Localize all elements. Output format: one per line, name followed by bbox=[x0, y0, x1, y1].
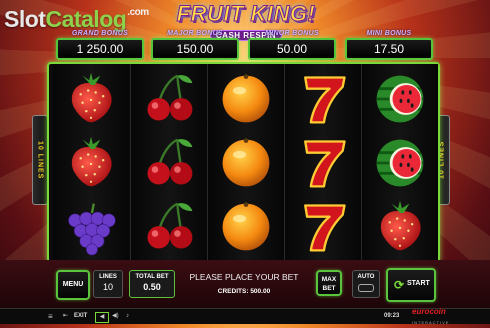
total-bet-value: 0.50 bbox=[143, 282, 161, 292]
watermelon-symbol bbox=[376, 75, 424, 122]
symbol-cell bbox=[208, 130, 284, 195]
jackpot-grand: 1 250.00 GRAND BONUS bbox=[56, 30, 144, 60]
watermark-catalog-text: Catalog bbox=[45, 6, 127, 32]
cherries-symbol bbox=[147, 202, 193, 249]
message-display: PLEASE PLACE YOUR BET CREDITS: 500.00 bbox=[178, 268, 310, 298]
start-label: START bbox=[407, 280, 430, 287]
symbol-cell bbox=[53, 130, 129, 195]
symbol-cell bbox=[362, 130, 438, 195]
jackpot-minor-value: 50.00 bbox=[248, 38, 336, 60]
symbol-cell bbox=[285, 66, 361, 131]
status-bar: ≡ ⇤ EXIT ◀ ◀) ♪ 09:23 eurocoin INTERACTI… bbox=[0, 307, 490, 325]
status-message: PLEASE PLACE YOUR BET bbox=[189, 272, 299, 282]
jackpot-grand-label: GRAND BONUS bbox=[71, 30, 129, 37]
lines-value: 10 bbox=[102, 282, 113, 292]
symbol-cell bbox=[285, 130, 361, 195]
eurocoin-logo: eurocoin INTERACTIVE bbox=[412, 307, 449, 328]
clock-time: 09:23 bbox=[384, 313, 400, 319]
jackpot-major: 150.00 MAJOR BONUS bbox=[151, 30, 239, 60]
strawberry-symbol bbox=[380, 200, 421, 250]
symbol-cell bbox=[362, 194, 438, 259]
jackpot-mini-value: 17.50 bbox=[345, 38, 433, 60]
credits-value: 500.00 bbox=[250, 288, 271, 295]
symbol-cell bbox=[208, 194, 284, 259]
symbol-cell bbox=[208, 66, 284, 131]
grapes-symbol bbox=[68, 202, 116, 255]
jackpot-minor-label: MINOR BONUS bbox=[265, 30, 319, 37]
brand-name: eurocoin bbox=[412, 307, 446, 316]
exit-icon[interactable]: ⇤ bbox=[63, 309, 68, 324]
cherries-symbol bbox=[147, 138, 193, 185]
seven-symbol bbox=[304, 203, 346, 252]
credits-display: CREDITS: 500.00 bbox=[178, 288, 310, 295]
max-bet-button[interactable]: MAX BET bbox=[316, 270, 342, 296]
jackpot-minor: 50.00 MINOR BONUS bbox=[248, 30, 336, 60]
orange-symbol bbox=[222, 137, 270, 186]
watermelon-symbol bbox=[376, 139, 424, 186]
symbol-cell bbox=[362, 66, 438, 131]
total-bet-label: TOTAL BET bbox=[135, 274, 169, 280]
music-icon[interactable]: ♪ bbox=[126, 309, 129, 324]
jackpot-grand-value: 1 250.00 bbox=[56, 38, 144, 60]
auto-toggle[interactable] bbox=[358, 284, 374, 292]
total-bet-selector[interactable]: TOTAL BET 0.50 bbox=[129, 270, 175, 298]
menu-button[interactable]: MENU bbox=[56, 270, 90, 300]
volume-icon[interactable]: ◀ bbox=[95, 312, 109, 323]
reel-5 bbox=[361, 64, 438, 261]
refresh-icon: ⟳ bbox=[394, 278, 405, 292]
watermark-slot-text: Slot bbox=[4, 6, 46, 32]
seven-symbol bbox=[304, 139, 346, 188]
orange-symbol bbox=[222, 73, 270, 122]
jackpot-mini: 17.50 MINI BONUS bbox=[345, 30, 433, 60]
slotcatalog-watermark: SlotCatalog.com bbox=[4, 6, 149, 33]
orange-symbol bbox=[222, 201, 270, 250]
reel-frame bbox=[47, 62, 440, 263]
reel-3 bbox=[207, 64, 284, 261]
start-button[interactable]: ⟳ START bbox=[386, 268, 436, 302]
exit-link[interactable]: EXIT bbox=[74, 309, 87, 324]
reel-4 bbox=[284, 64, 361, 261]
watermark-com-text: .com bbox=[127, 7, 149, 18]
control-panel: MENU LINES 10 TOTAL BET 0.50 PLEASE PLAC… bbox=[0, 260, 490, 308]
jackpot-mini-label: MINI BONUS bbox=[366, 30, 412, 37]
symbol-cell bbox=[131, 130, 207, 195]
lines-selector[interactable]: LINES 10 bbox=[93, 270, 123, 298]
cherries-symbol bbox=[147, 74, 193, 121]
auto-button[interactable]: AUTO bbox=[352, 270, 380, 298]
logo-title: FRUIT KING! bbox=[176, 1, 316, 26]
symbol-cell bbox=[285, 194, 361, 259]
strawberry-symbol bbox=[71, 136, 112, 186]
credits-label: CREDITS: bbox=[217, 288, 249, 295]
symbol-cell bbox=[131, 194, 207, 259]
symbol-cell bbox=[131, 66, 207, 131]
lines-label: LINES bbox=[99, 274, 117, 280]
reel-2 bbox=[130, 64, 207, 261]
menu-icon[interactable]: ≡ bbox=[48, 309, 53, 324]
max-bet-label: MAX BET bbox=[321, 276, 337, 292]
jackpot-major-value: 150.00 bbox=[151, 38, 239, 60]
seven-symbol bbox=[304, 75, 346, 124]
auto-label: AUTO bbox=[357, 274, 375, 280]
symbol-cell bbox=[53, 194, 129, 259]
symbol-cell bbox=[53, 66, 129, 131]
strawberry-symbol bbox=[71, 72, 112, 122]
lines-indicator-left: 10 LINES bbox=[32, 115, 48, 205]
reel-1 bbox=[53, 64, 129, 261]
jackpot-major-label: MAJOR BONUS bbox=[167, 30, 223, 37]
sound-icon[interactable]: ◀) bbox=[112, 309, 119, 324]
